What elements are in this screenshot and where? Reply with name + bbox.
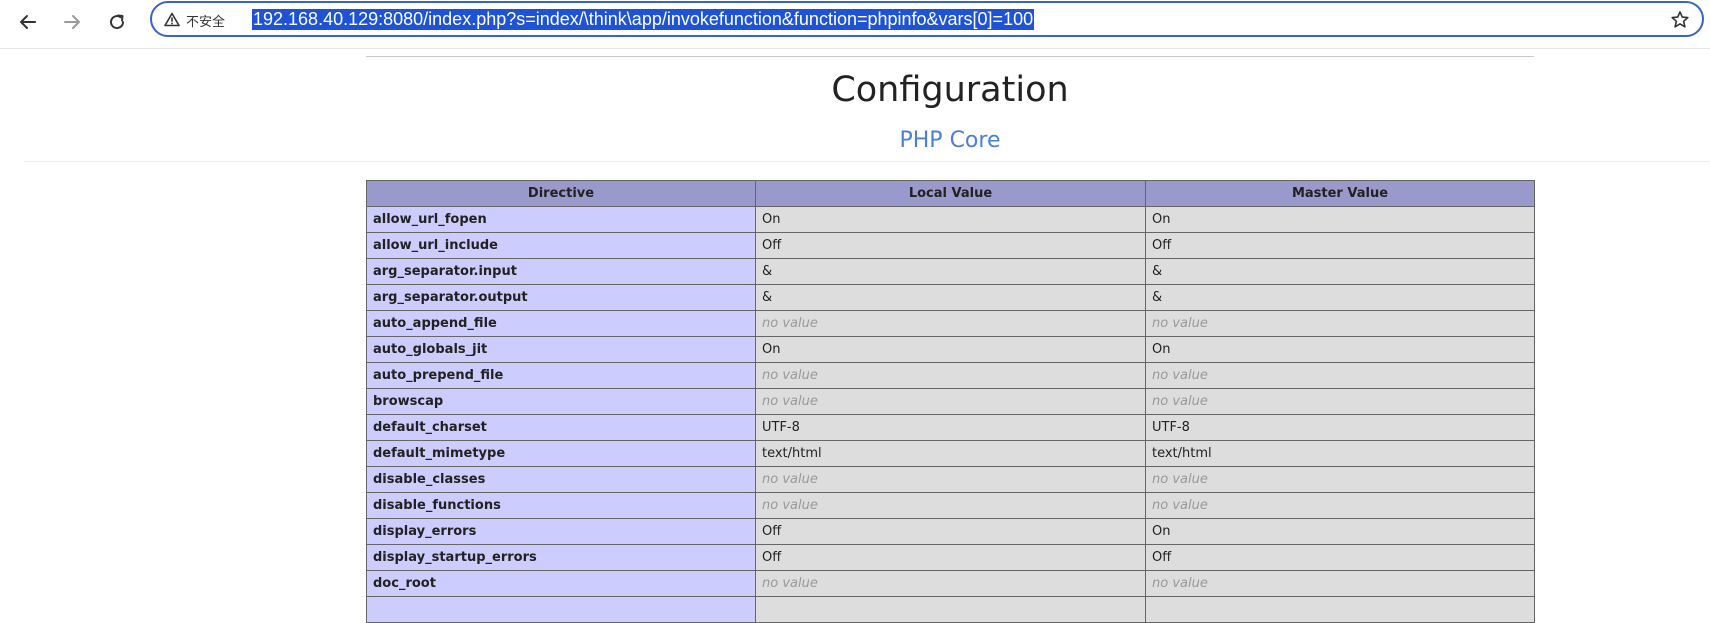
master-value-cell: no value xyxy=(1145,492,1535,519)
reload-button[interactable] xyxy=(99,4,135,40)
directive-cell: auto_append_file xyxy=(366,310,756,337)
security-status-label[interactable]: 不安全 xyxy=(186,11,225,30)
column-header-master-value: Master Value xyxy=(1145,180,1535,207)
top-divider xyxy=(366,56,1534,57)
directive-cell: arg_separator.input xyxy=(366,258,756,285)
bookmark-button[interactable] xyxy=(1666,6,1694,34)
back-arrow-icon xyxy=(20,15,36,29)
directive-cell: doc_root xyxy=(366,570,756,597)
table-row xyxy=(366,596,1535,623)
master-value-cell: no value xyxy=(1145,310,1535,337)
local-value-cell: no value xyxy=(755,388,1146,415)
local-value-cell xyxy=(755,596,1146,623)
master-value-cell: Off xyxy=(1145,232,1535,259)
directive-cell: auto_globals_jit xyxy=(366,336,756,363)
section-divider xyxy=(24,161,1710,162)
local-value-cell: & xyxy=(755,284,1146,311)
master-value-cell: no value xyxy=(1145,570,1535,597)
master-value-cell: UTF-8 xyxy=(1145,414,1535,441)
column-header-directive: Directive xyxy=(366,180,756,207)
table-body: allow_url_fopen On On allow_url_include Off O… xyxy=(366,206,1535,623)
master-value-cell xyxy=(1145,596,1535,623)
master-value-cell: no value xyxy=(1145,466,1535,493)
forward-arrow-icon xyxy=(64,15,80,29)
table-row: arg_separator.output & & xyxy=(366,284,1535,311)
table-row: auto_globals_jit On On xyxy=(366,336,1535,363)
directive-cell: allow_url_fopen xyxy=(366,206,756,233)
table-row: arg_separator.input & & xyxy=(366,258,1535,285)
master-value-cell: no value xyxy=(1145,388,1535,415)
local-value-cell: no value xyxy=(755,362,1146,389)
master-value-cell: & xyxy=(1145,284,1535,311)
local-value-cell: On xyxy=(755,206,1146,233)
warning-triangle-icon[interactable] xyxy=(164,12,180,27)
table-row: display_startup_errors Off Off xyxy=(366,544,1535,571)
forward-button[interactable] xyxy=(54,4,90,40)
master-value-cell: & xyxy=(1145,258,1535,285)
back-button[interactable] xyxy=(10,4,46,40)
reload-icon xyxy=(110,14,125,30)
local-value-cell: no value xyxy=(755,570,1146,597)
table-row: browscap no value no value xyxy=(366,388,1535,415)
master-value-cell: text/html xyxy=(1145,440,1535,467)
local-value-cell: & xyxy=(755,258,1146,285)
table-row: auto_append_file no value no value xyxy=(366,310,1535,337)
address-bar[interactable]: 不安全 192.168.40.129:8080/index.php?s=inde… xyxy=(150,1,1704,37)
master-value-cell: Off xyxy=(1145,544,1535,571)
master-value-cell: On xyxy=(1145,336,1535,363)
configuration-table: Directive Local Value Master Value allow… xyxy=(366,180,1535,623)
directive-cell: default_mimetype xyxy=(366,440,756,467)
browser-toolbar: 不安全 192.168.40.129:8080/index.php?s=inde… xyxy=(0,0,1710,49)
table-row: doc_root no value no value xyxy=(366,570,1535,597)
directive-cell: allow_url_include xyxy=(366,232,756,259)
url-input[interactable]: 192.168.40.129:8080/index.php?s=index/\t… xyxy=(252,9,1035,30)
master-value-cell: On xyxy=(1145,206,1535,233)
directive-cell: disable_classes xyxy=(366,466,756,493)
master-value-cell: no value xyxy=(1145,362,1535,389)
local-value-cell: no value xyxy=(755,310,1146,337)
local-value-cell: Off xyxy=(755,232,1146,259)
star-icon xyxy=(1671,11,1689,28)
directive-cell: disable_functions xyxy=(366,492,756,519)
local-value-cell: On xyxy=(755,336,1146,363)
local-value-cell: no value xyxy=(755,466,1146,493)
directive-cell xyxy=(366,596,756,623)
table-row: allow_url_include Off Off xyxy=(366,232,1535,259)
local-value-cell: UTF-8 xyxy=(755,414,1146,441)
column-header-local-value: Local Value xyxy=(755,180,1146,207)
local-value-cell: no value xyxy=(755,492,1146,519)
table-row: disable_classes no value no value xyxy=(366,466,1535,493)
directive-cell: display_errors xyxy=(366,518,756,545)
table-row: default_charset UTF-8 UTF-8 xyxy=(366,414,1535,441)
local-value-cell: text/html xyxy=(755,440,1146,467)
directive-cell: display_startup_errors xyxy=(366,544,756,571)
page-title: Configuration xyxy=(831,70,1069,110)
table-row: allow_url_fopen On On xyxy=(366,206,1535,233)
directive-cell: browscap xyxy=(366,388,756,415)
table-row: auto_prepend_file no value no value xyxy=(366,362,1535,389)
table-row: display_errors Off On xyxy=(366,518,1535,545)
section-link-php-core[interactable]: PHP Core xyxy=(0,127,1710,155)
local-value-cell: Off xyxy=(755,518,1146,545)
table-header-row: Directive Local Value Master Value xyxy=(366,180,1535,207)
directive-cell: auto_prepend_file xyxy=(366,362,756,389)
local-value-cell: Off xyxy=(755,544,1146,571)
table-row: default_mimetype text/html text/html xyxy=(366,440,1535,467)
directive-cell: arg_separator.output xyxy=(366,284,756,311)
directive-cell: default_charset xyxy=(366,414,756,441)
table-row: disable_functions no value no value xyxy=(366,492,1535,519)
master-value-cell: On xyxy=(1145,518,1535,545)
